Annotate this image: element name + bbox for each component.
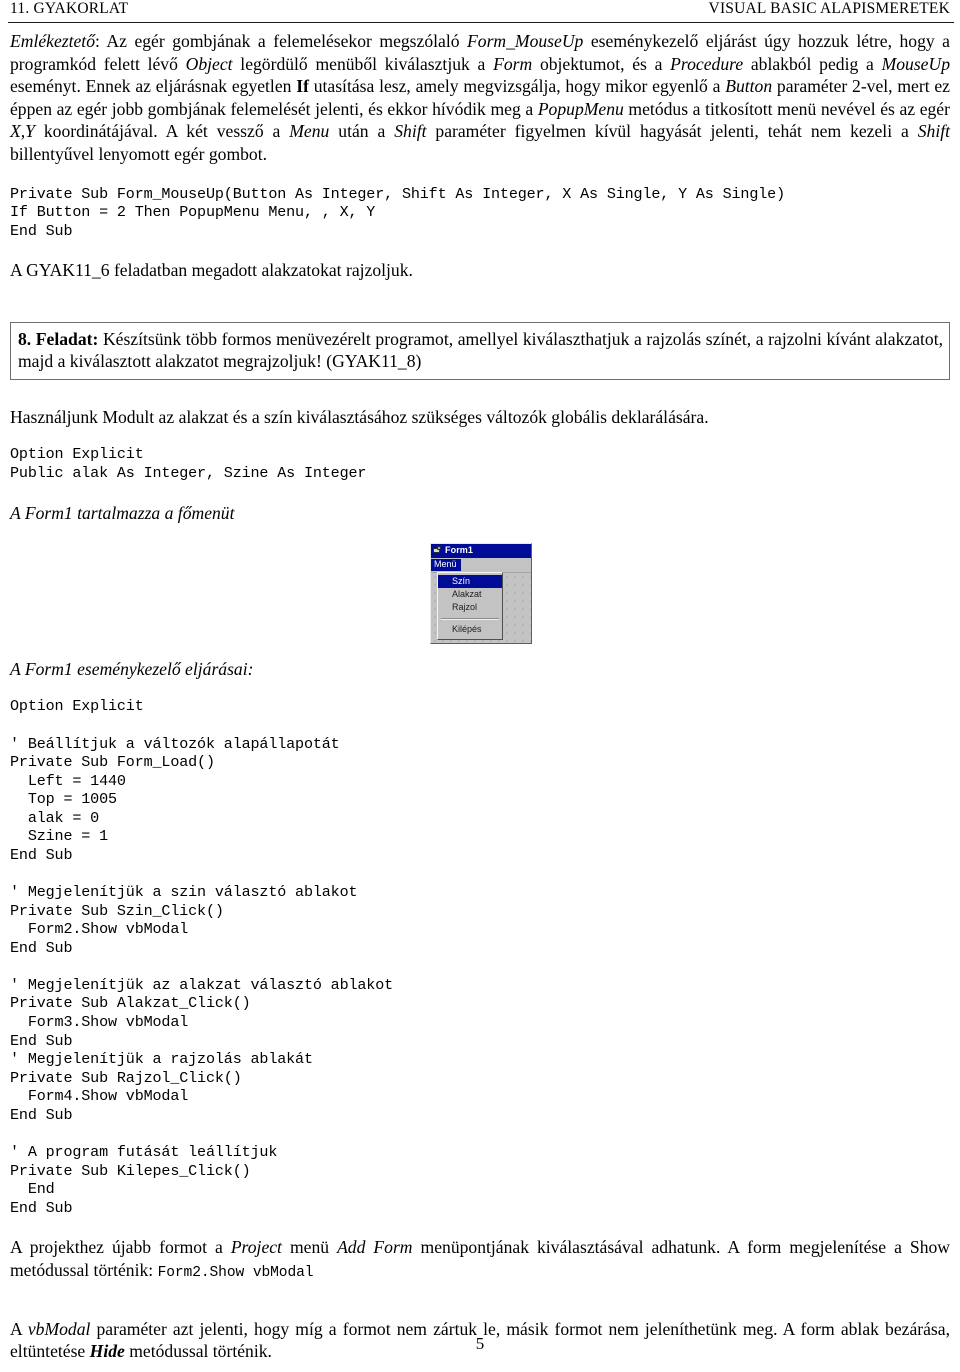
code-ref-procedure: Procedure [670,53,744,74]
vb-menu-separator [441,617,499,620]
document-content: Emlékeztető: Az egér gombjának a felemel… [10,26,950,1363]
vb-form-titlebar: Form1 [431,543,531,558]
vb-menubar-item-menu[interactable]: Menü [431,558,461,571]
add-form-text-b: menü [281,1237,338,1258]
reminder-text-j: koordinátájával. A két vessző a [34,121,290,142]
reminder-text-i: metódus a titkosított menü nevével és az… [623,98,950,119]
add-form-paragraph: A projekthez újabb formot a Project menü… [10,1236,950,1282]
vb-form-screenshot-wrap: Form1 Menü Szín Alakzat Rajzol Kilépés [10,542,950,644]
reminder-text-m: billentyűvel lenyomott egér gombot. [10,143,268,164]
code-ref-menu: Menu [289,121,330,142]
reminder-text-f: eseményt. Ennek az eljárásnak egyetlen [10,76,297,97]
code-ref-form-mouseup: Form_MouseUp [467,31,584,51]
reminder-paragraph: Emlékeztető: Az egér gombjának a felemel… [10,30,950,166]
add-form-text-a: A projekthez újabb formot a [10,1237,231,1258]
inline-code-form2-show: Form2.Show vbModal [157,1264,314,1281]
code-ref-form: Form [493,53,533,74]
code-block-module: Option Explicit Public alak As Integer, … [10,445,367,482]
vb-form-window: Form1 Menü Szín Alakzat Rajzol Kilépés [430,542,532,644]
code-ref-if: If [296,76,309,97]
page-number: 5 [475,1334,485,1353]
code-ref-object: Object [185,53,233,74]
vb-form-dropdown-menu: Szín Alakzat Rajzol Kilépés [437,571,503,640]
code-block-form-mouseup: Private Sub Form_MouseUp(Button As Integ… [10,184,785,240]
gyak11-6-note: A GYAK11_6 feladatban megadott alakzatok… [10,260,413,281]
vb-menu-item-rajzol[interactable]: Rajzol [438,601,502,614]
reminder-text-e: ablakból pedig a [743,53,882,74]
code-ref-project: Project [230,1237,282,1258]
code-ref-mouseup: MouseUp [881,53,950,74]
vb-form-title: Form1 [445,545,474,556]
reminder-text-a: : Az egér gombjának a felemelésekor megs… [95,31,468,51]
reminder-text-g: utasítása lesz, amely megvizsgálja, hogy… [308,76,726,97]
reminder-label: Emlékeztető [10,31,95,51]
reminder-text-k: után a [329,121,395,142]
code-ref-popupmenu: PopupMenu [537,98,624,119]
vb-form-icon [433,546,442,555]
code-ref-add-form: Add Form [337,1237,413,1258]
form1-main-menu-caption: A Form1 tartalmazza a főmenüt [10,503,235,524]
vb-menu-item-kilepes[interactable]: Kilépés [438,623,502,636]
task-box: 8. Feladat: Készítsünk több formos menüv… [10,321,950,380]
vb-menu-item-alakzat[interactable]: Alakzat [438,588,502,601]
code-ref-xy: X,Y [10,121,35,142]
page-header: 11. GYAKORLAT VISUAL BASIC ALAPISMERETEK [10,0,950,24]
reminder-text-c: legördülő menüből kiválasztjuk a [232,53,494,74]
header-right-title: VISUAL BASIC ALAPISMERETEK [708,0,950,17]
form1-handlers-caption: A Form1 eseménykezelő eljárásai: [10,658,254,679]
reminder-text-d: objektumot, és a [532,53,671,74]
task-box-paragraph: 8. Feladat: Készítsünk több formos menüv… [18,328,943,373]
code-ref-shift-2: Shift [917,121,951,142]
module-note: Használjunk Modult az alakzat és a szín … [10,406,709,427]
header-divider [8,22,954,23]
header-left-title: 11. GYAKORLAT [10,0,129,17]
code-block-form1-handlers: Option Explicit ' Beállítjuk a változók … [10,697,394,1217]
task-box-text: Készítsünk több formos menüvezérelt prog… [18,328,943,372]
vb-form-menubar: Menü [431,557,531,573]
reminder-text-l: paraméter figyelmen kívül hagyását jelen… [426,121,918,142]
document-page: 11. GYAKORLAT VISUAL BASIC ALAPISMERETEK… [0,0,960,1372]
code-ref-button: Button [725,76,773,97]
task-box-label: 8. Feladat: [18,328,99,349]
code-ref-shift-1: Shift [394,121,427,142]
vb-menu-item-szin[interactable]: Szín [438,574,502,589]
